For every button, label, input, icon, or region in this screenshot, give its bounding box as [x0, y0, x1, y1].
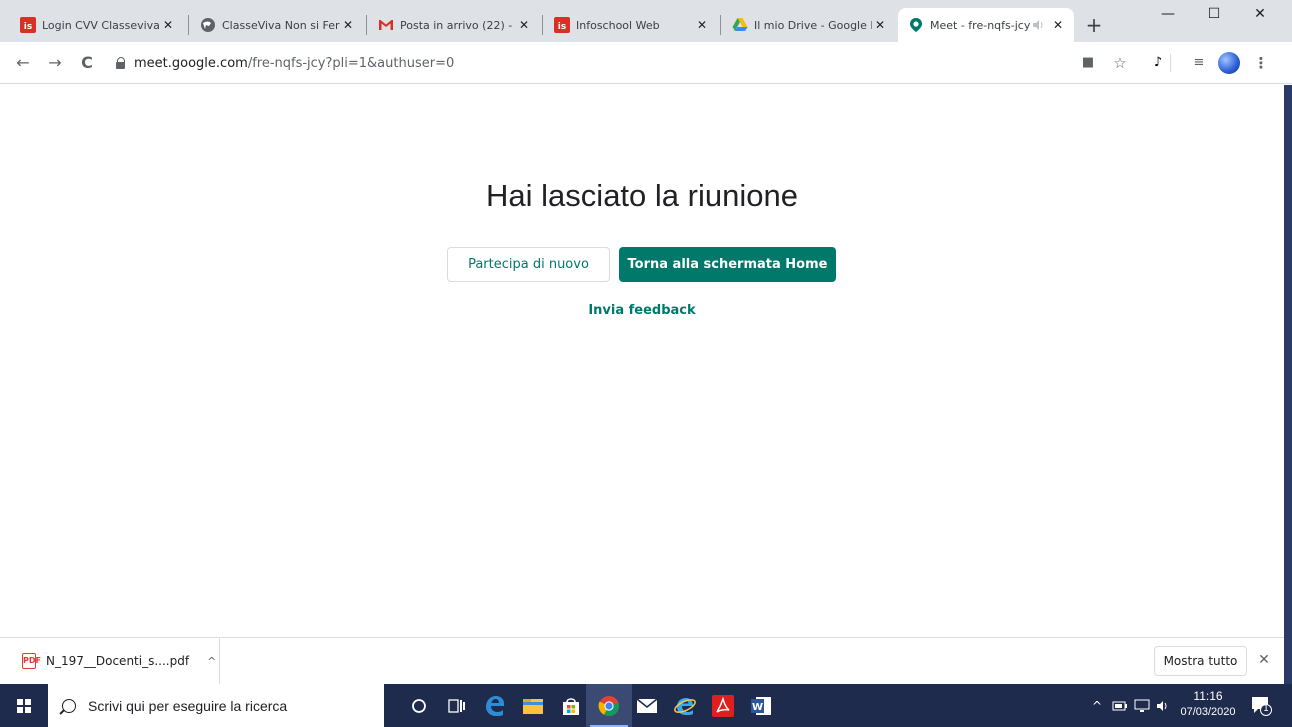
tab-close-icon[interactable]: ✕ — [340, 18, 356, 32]
tab-title: Il mio Drive - Google D — [754, 18, 872, 32]
tab-close-icon[interactable]: ✕ — [516, 18, 532, 32]
bookmark-star-icon[interactable]: ☆ — [1111, 54, 1129, 72]
tab-separator — [542, 15, 543, 35]
maximize-button[interactable]: ☐ — [1199, 6, 1229, 30]
url-host: meet.google.com — [134, 55, 248, 71]
svg-text:is: is — [24, 22, 32, 32]
svg-text:is: is — [558, 22, 566, 32]
url-path: /fre-nqfs-jcy?pli=1&authuser=0 — [247, 55, 455, 71]
taskbar-clock[interactable]: 11:16 07/03/2020 — [1172, 689, 1244, 718]
back-button[interactable]: ← — [12, 52, 34, 74]
download-shelf: PDF N_197__Docenti_s....pdf ^ Mostra tut… — [0, 637, 1284, 684]
tab-strip: is Login CVV Classeviva G ✕ ClasseViva N… — [0, 0, 1292, 42]
tab-separator — [366, 15, 367, 35]
search-icon — [62, 698, 76, 713]
show-all-button[interactable]: Mostra tutto — [1154, 646, 1247, 676]
tab-title: Infoschool Web — [576, 18, 660, 32]
clock-time: 11:16 — [1193, 689, 1223, 703]
rejoin-button[interactable]: Partecipa di nuovo — [447, 247, 610, 282]
tab-infoschool[interactable]: is Infoschool Web ✕ — [544, 8, 718, 42]
tab-classeviva-non-si-ferma[interactable]: ClasseViva Non si Ferm ✕ — [190, 8, 364, 42]
volume-icon[interactable] — [1156, 684, 1170, 727]
search-placeholder: Scrivi qui per eseguire la ricerca — [88, 697, 288, 714]
drive-icon — [732, 17, 748, 33]
globe-icon — [200, 17, 216, 33]
pdf-file-icon: PDF — [22, 653, 41, 669]
url-text[interactable]: meet.google.com/fre-nqfs-jcy?pli=1&authu… — [134, 56, 454, 71]
reading-list-icon[interactable]: ≡ — [1190, 54, 1208, 72]
meet-icon — [908, 17, 924, 33]
toolbar-divider — [1170, 54, 1171, 72]
windows-logo-icon — [17, 698, 31, 713]
clock-date: 07/03/2020 — [1180, 706, 1236, 718]
window-close-button[interactable]: ✕ — [1245, 6, 1275, 30]
tab-google-drive[interactable]: Il mio Drive - Google D ✕ — [722, 8, 896, 42]
return-home-button[interactable]: Torna alla schermata Home — [619, 247, 836, 282]
lock-icon[interactable] — [116, 57, 126, 69]
speaker-icon[interactable] — [1030, 17, 1046, 33]
windows-taskbar: Scrivi qui per eseguire la ricerca W ^ 1… — [0, 684, 1292, 727]
meet-page: Hai lasciato la riunione Partecipa di nu… — [0, 85, 1284, 637]
close-shelf-icon[interactable]: ✕ — [1256, 652, 1272, 668]
profile-avatar[interactable] — [1218, 52, 1240, 74]
browser-toolbar: ← → C meet.google.com/fre-nqfs-jcy?pli=1… — [0, 42, 1292, 84]
svg-text:W: W — [752, 702, 763, 713]
tab-close-icon[interactable]: ✕ — [160, 18, 176, 32]
page-title: Hai lasciato la riunione — [486, 178, 798, 213]
new-tab-button[interactable]: + — [1083, 15, 1105, 37]
forward-button[interactable]: → — [44, 52, 66, 74]
tab-close-icon[interactable]: ✕ — [1050, 18, 1066, 32]
action-center-icon[interactable]: 1 — [1250, 694, 1272, 716]
minimize-button[interactable]: — — [1153, 6, 1183, 30]
word-icon[interactable]: W — [738, 684, 784, 727]
classeviva-icon: is — [20, 17, 36, 33]
tab-close-icon[interactable]: ✕ — [694, 18, 710, 32]
tab-title: Posta in arrivo (22) - fra — [400, 18, 516, 32]
download-item[interactable]: PDF N_197__Docenti_s....pdf ^ — [0, 638, 220, 684]
notification-count: 1 — [1263, 704, 1269, 714]
network-icon[interactable] — [1134, 684, 1150, 727]
classeviva-icon: is — [554, 17, 570, 33]
address-bar[interactable]: meet.google.com/fre-nqfs-jcy?pli=1&authu… — [104, 47, 1104, 79]
tab-separator — [188, 15, 189, 35]
chevron-up-icon[interactable]: ^ — [207, 655, 216, 668]
tab-title: Login CVV Classeviva G — [42, 18, 160, 32]
screen: is Login CVV Classeviva G ✕ ClasseViva N… — [0, 0, 1292, 727]
desktop-edge — [1284, 85, 1292, 685]
tab-login-cvv[interactable]: is Login CVV Classeviva G ✕ — [10, 8, 184, 42]
download-file-name: N_197__Docenti_s....pdf — [46, 654, 190, 668]
camera-icon[interactable]: ■ — [1079, 54, 1097, 72]
gmail-icon — [378, 17, 394, 33]
tab-title: ClasseViva Non si Ferm — [222, 18, 340, 32]
tiktok-extension-icon[interactable]: ♪ — [1149, 54, 1167, 72]
tray-chevron-icon[interactable]: ^ — [1092, 684, 1102, 727]
taskbar-search[interactable]: Scrivi qui per eseguire la ricerca — [48, 684, 384, 727]
battery-icon[interactable] — [1112, 684, 1128, 727]
tab-gmail[interactable]: Posta in arrivo (22) - fra ✕ — [368, 8, 540, 42]
tab-title: Meet - fre-nqfs-jcy — [930, 18, 1030, 32]
send-feedback-link[interactable]: Invia feedback — [0, 303, 1284, 318]
kebab-menu-icon[interactable]: ⋮ — [1252, 54, 1270, 72]
tab-meet[interactable]: Meet - fre-nqfs-jcy ✕ — [898, 8, 1074, 42]
tab-close-icon[interactable]: ✕ — [872, 18, 888, 32]
tab-separator — [720, 15, 721, 35]
start-button[interactable] — [0, 684, 48, 727]
reload-button[interactable]: C — [76, 52, 98, 74]
